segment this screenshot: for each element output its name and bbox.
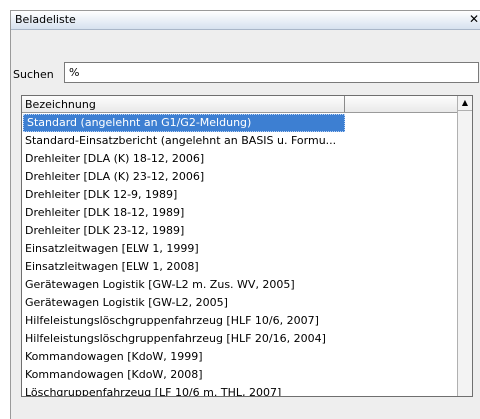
list-item[interactable]: Gerätewagen Logistik [GW-L2 m. Zus. WV, … — [22, 276, 458, 294]
search-label: Suchen — [13, 68, 54, 81]
list-item[interactable]: Einsatzleitwagen [ELW 1, 2008] — [22, 258, 458, 276]
close-icon[interactable]: ✕ — [469, 12, 479, 27]
title-bar[interactable]: Beladeliste ✕ — [11, 11, 480, 30]
list-item[interactable]: Drehleiter [DLK 18-12, 1989] — [22, 204, 458, 222]
list-item[interactable]: Hilfeleistungslöschgruppenfahrzeug [HLF … — [22, 330, 458, 348]
list-item[interactable]: Löschgruppenfahrzeug [LF 10/6 m. THL, 20… — [22, 384, 458, 396]
list-item[interactable]: Drehleiter [DLA (K) 23-12, 2006] — [22, 168, 458, 186]
list-item[interactable]: Einsatzleitwagen [ELW 1, 1999] — [22, 240, 458, 258]
list-item[interactable]: Drehleiter [DLK 23-12, 1989] — [22, 222, 458, 240]
search-input[interactable] — [64, 62, 479, 83]
list-item[interactable]: Standard-Einsatzbericht (angelehnt an BA… — [22, 132, 458, 150]
list-item[interactable]: Kommandowagen [KdoW, 2008] — [22, 366, 458, 384]
list-item[interactable]: Gerätewagen Logistik [GW-L2, 2005] — [22, 294, 458, 312]
dialog-window: Beladeliste ✕ Suchen Bezeichnung Standar… — [10, 10, 480, 419]
column-header-empty[interactable] — [346, 96, 458, 112]
list-item[interactable]: Drehleiter [DLK 12-9, 1989] — [22, 186, 458, 204]
column-header-bezeichnung[interactable]: Bezeichnung — [22, 96, 345, 112]
list-item[interactable]: Hilfeleistungslöschgruppenfahrzeug [HLF … — [22, 312, 458, 330]
list-rows: Standard (angelehnt an G1/G2-Meldung) Sta… — [22, 114, 458, 396]
list-item[interactable]: Kommandowagen [KdoW, 1999] — [22, 348, 458, 366]
list-item[interactable]: Drehleiter [DLA (K) 18-12, 2006] — [22, 150, 458, 168]
list-item-selected[interactable]: Standard (angelehnt an G1/G2-Meldung) — [23, 114, 345, 132]
item-list[interactable]: Bezeichnung Standard (angelehnt an G1/G2… — [21, 95, 473, 397]
vertical-scrollbar[interactable]: ▲ — [457, 96, 472, 396]
window-title: Beladeliste — [15, 13, 76, 26]
scroll-up-icon[interactable]: ▲ — [458, 96, 472, 111]
dialog-bottom-area — [11, 397, 480, 419]
list-header: Bezeichnung — [22, 96, 458, 113]
